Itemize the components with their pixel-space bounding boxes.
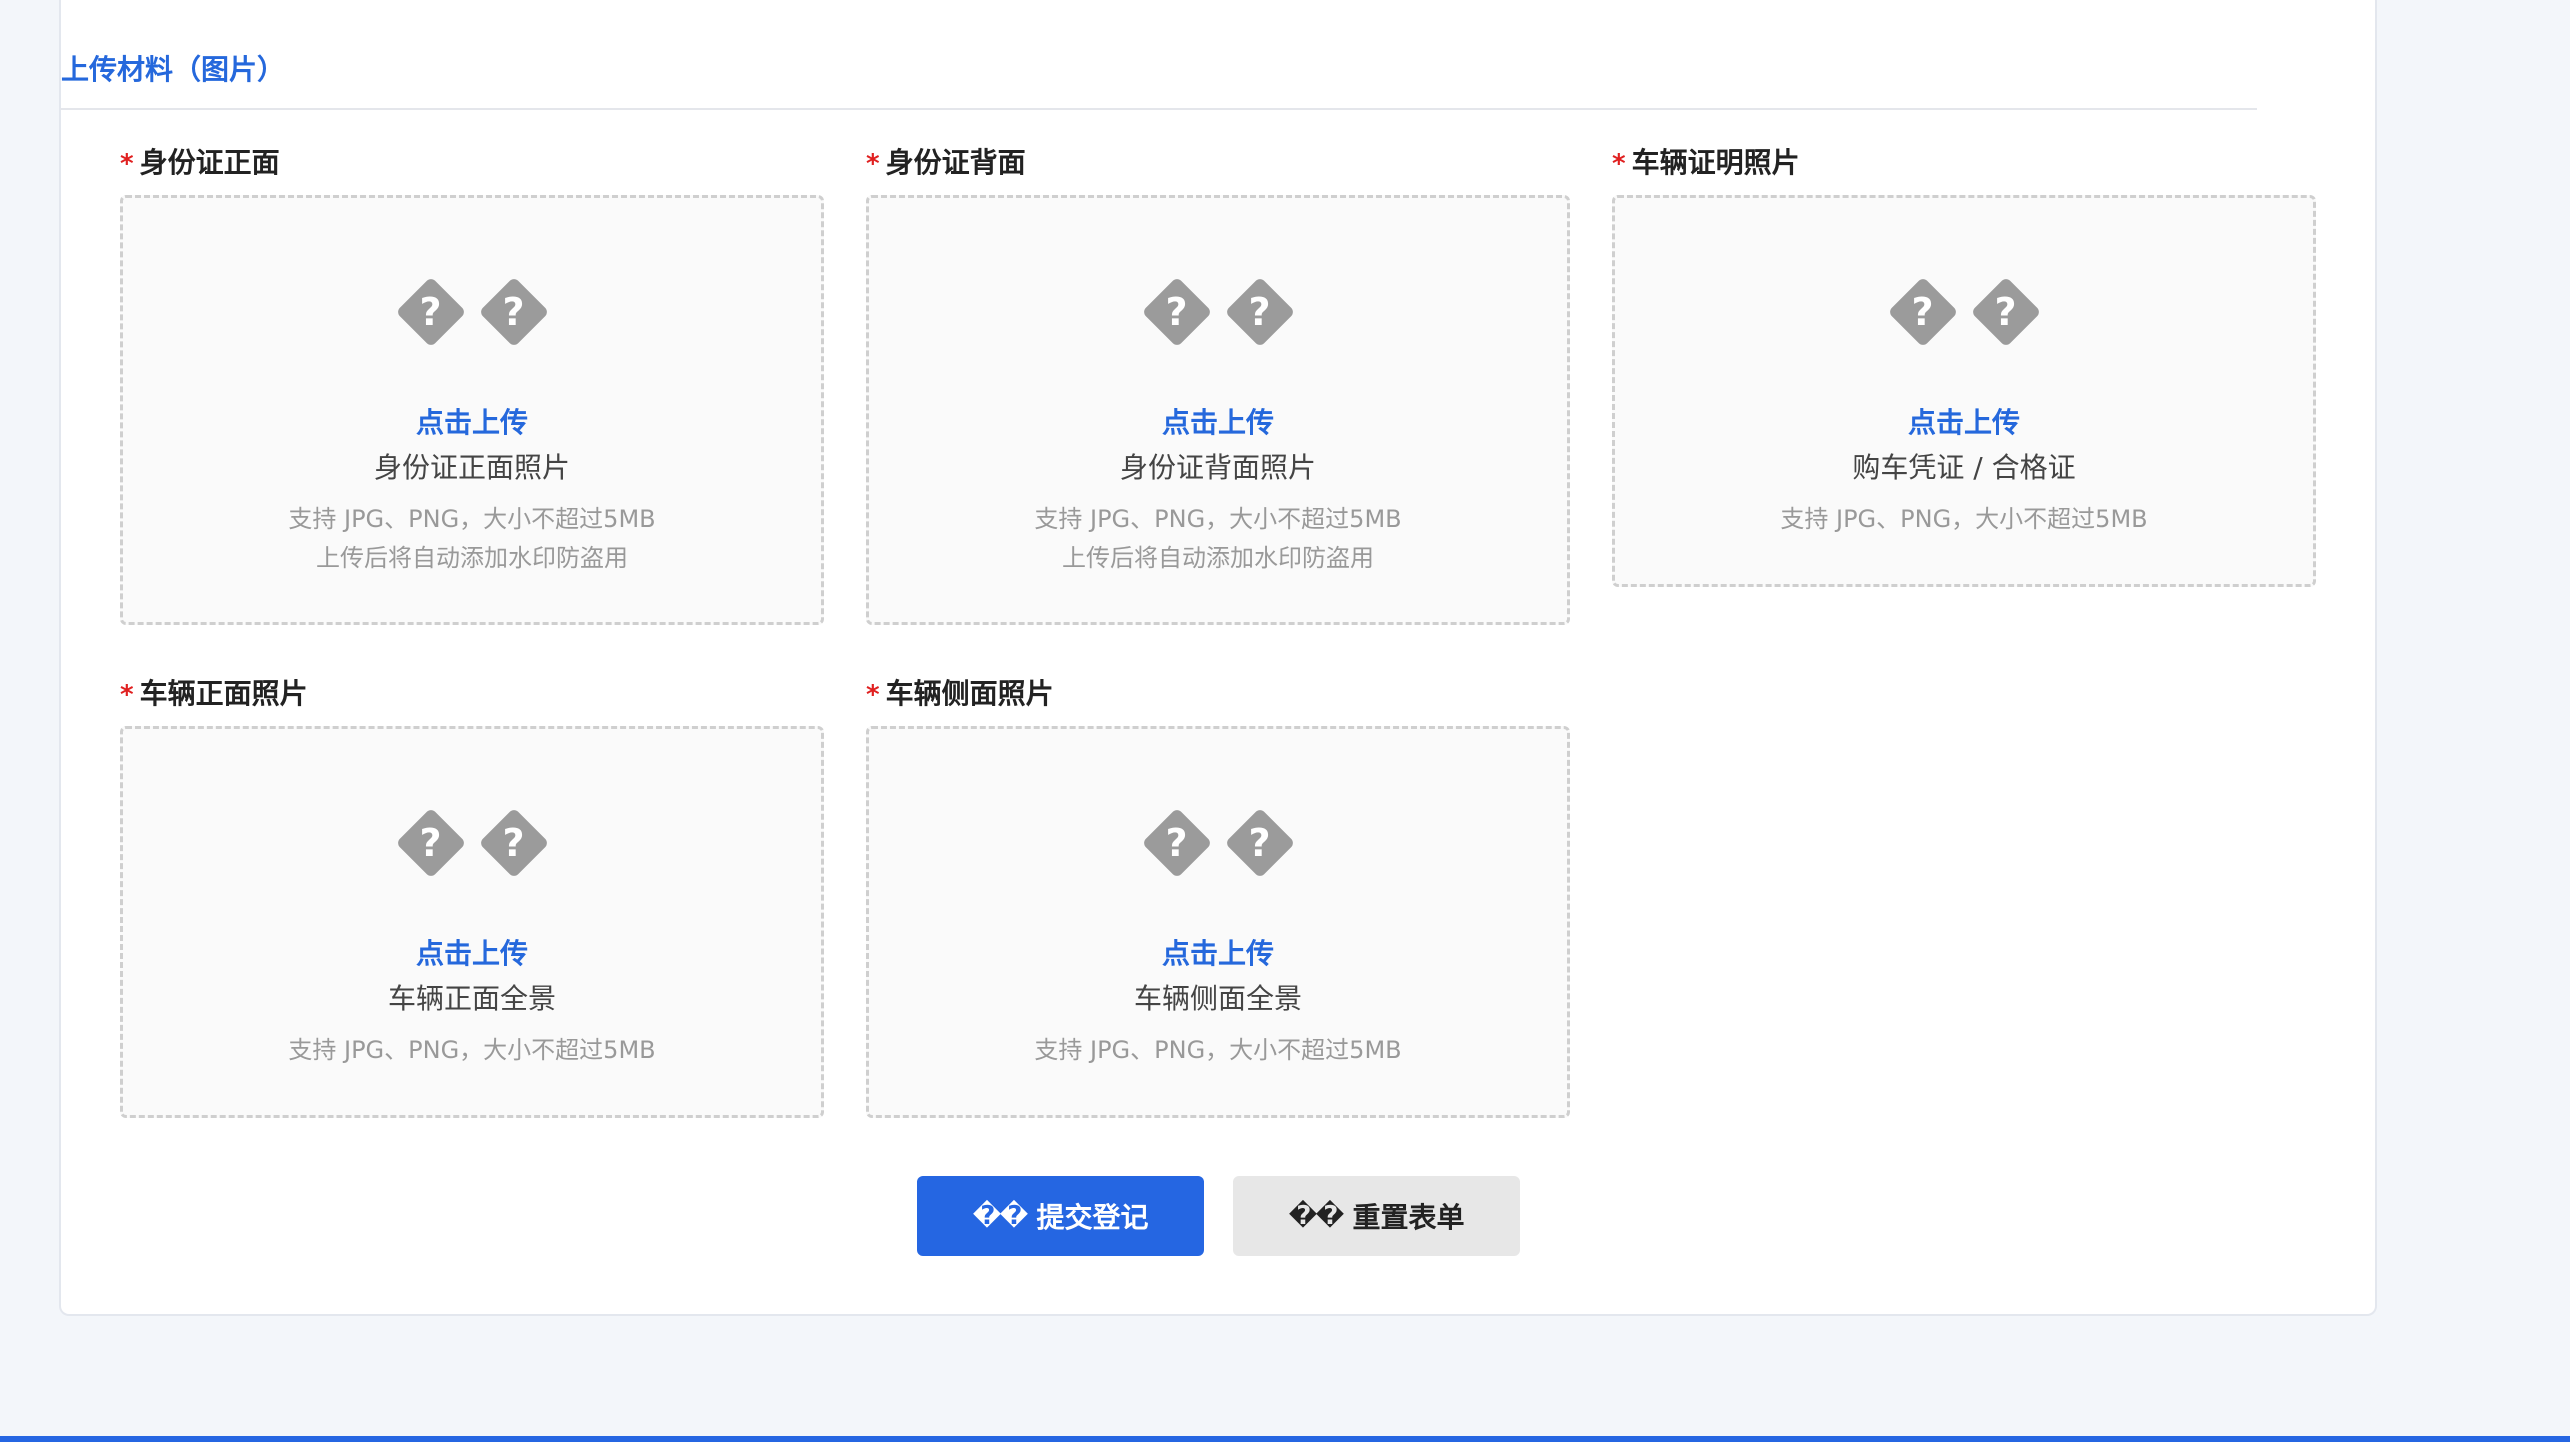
field-label: * 身份证背面 [866, 145, 1026, 181]
upload-format-hint: 支持 JPG、PNG，大小不超过5MB [288, 505, 656, 533]
field-vehicle-side: * 车辆侧面照片 ? ? 点击上传 车辆侧面全景 支持 JPG、PNG，大小不超过… [866, 676, 1570, 1126]
reset-button[interactable]: �� 重置表单 [1233, 1176, 1520, 1256]
field-id-front: * 身份证正面 ? ? 点击上传 身份证正面照片 支持 JPG、PNG，大小不超过… [120, 145, 824, 635]
required-mark: * [1612, 149, 1626, 179]
upload-description: 车辆侧面全景 [1133, 982, 1302, 1015]
submit-glyph-icon: �� [972, 1201, 1029, 1231]
field-label-text: 身份证背面 [885, 146, 1026, 179]
upload-format-hint: 支持 JPG、PNG，大小不超过5MB [1034, 505, 1402, 533]
field-label: * 车辆正面照片 [120, 676, 308, 712]
unknown-glyph-icon: ? [1970, 276, 2042, 348]
unknown-glyph-icon: ? [1224, 276, 1296, 348]
bottom-accent-bar [0, 1436, 2570, 1442]
field-label-text: 车辆侧面照片 [885, 677, 1054, 710]
upload-format-hint: 支持 JPG、PNG，大小不超过5MB [1780, 505, 2148, 533]
upload-vehicle-proof[interactable]: ? ? 点击上传 购车凭证 / 合格证 支持 JPG、PNG，大小不超过5MB [1612, 195, 2316, 587]
unknown-glyph-icon: ? [1887, 276, 1959, 348]
required-mark: * [866, 149, 880, 179]
upload-link[interactable]: 点击上传 [1615, 401, 2313, 441]
required-mark: * [120, 149, 134, 179]
upload-format-hint: 支持 JPG、PNG，大小不超过5MB [1034, 1036, 1402, 1064]
field-id-back: * 身份证背面 ? ? 点击上传 身份证背面照片 支持 JPG、PNG，大小不超过… [866, 145, 1570, 635]
field-label: * 车辆证明照片 [1612, 145, 1800, 181]
required-mark: * [866, 680, 880, 710]
upload-icons: ? ? [1615, 276, 2313, 348]
field-label-text: 身份证正面 [139, 146, 280, 179]
submit-label: 提交登记 [1036, 1201, 1149, 1234]
field-vehicle-proof: * 车辆证明照片 ? ? 点击上传 购车凭证 / 合格证 支持 JPG、PNG，大… [1612, 145, 2316, 595]
upload-id-back[interactable]: ? ? 点击上传 身份证背面照片 支持 JPG、PNG，大小不超过5MB 上传后… [866, 195, 1570, 625]
upload-link[interactable]: 点击上传 [123, 401, 821, 441]
upload-icons: ? ? [123, 276, 821, 348]
unknown-glyph-icon: ? [1224, 807, 1296, 879]
unknown-glyph-icon: ? [395, 276, 467, 348]
upload-link[interactable]: 点击上传 [123, 932, 821, 972]
field-label: * 身份证正面 [120, 145, 280, 181]
unknown-glyph-icon: ? [1141, 807, 1213, 879]
upload-watermark-hint: 上传后将自动添加水印防盗用 [1062, 544, 1374, 572]
submit-button[interactable]: �� 提交登记 [917, 1176, 1204, 1256]
field-vehicle-front: * 车辆正面照片 ? ? 点击上传 车辆正面全景 支持 JPG、PNG，大小不超过… [120, 676, 824, 1126]
upload-id-front[interactable]: ? ? 点击上传 身份证正面照片 支持 JPG、PNG，大小不超过5MB 上传后… [120, 195, 824, 625]
reset-label: 重置表单 [1352, 1201, 1465, 1234]
upload-icons: ? ? [123, 807, 821, 879]
field-label-text: 车辆正面照片 [139, 677, 308, 710]
upload-icons: ? ? [869, 807, 1567, 879]
upload-description: 身份证背面照片 [1119, 451, 1316, 484]
unknown-glyph-icon: ? [1141, 276, 1213, 348]
upload-watermark-hint: 上传后将自动添加水印防盗用 [316, 544, 628, 572]
upload-description: 购车凭证 / 合格证 [1852, 451, 2076, 484]
upload-link[interactable]: 点击上传 [869, 401, 1567, 441]
section-divider [60, 108, 2257, 110]
section-title: 上传材料（图片） [61, 53, 286, 86]
reset-glyph-icon: �� [1288, 1201, 1345, 1231]
unknown-glyph-icon: ? [478, 276, 550, 348]
field-label-text: 车辆证明照片 [1631, 146, 1800, 179]
upload-icons: ? ? [869, 276, 1567, 348]
upload-description: 车辆正面全景 [387, 982, 556, 1015]
required-mark: * [120, 680, 134, 710]
unknown-glyph-icon: ? [478, 807, 550, 879]
unknown-glyph-icon: ? [395, 807, 467, 879]
upload-format-hint: 支持 JPG、PNG，大小不超过5MB [288, 1036, 656, 1064]
upload-description: 身份证正面照片 [373, 451, 570, 484]
upload-link[interactable]: 点击上传 [869, 932, 1567, 972]
upload-vehicle-front[interactable]: ? ? 点击上传 车辆正面全景 支持 JPG、PNG，大小不超过5MB [120, 726, 824, 1118]
upload-vehicle-side[interactable]: ? ? 点击上传 车辆侧面全景 支持 JPG、PNG，大小不超过5MB [866, 726, 1570, 1118]
field-label: * 车辆侧面照片 [866, 676, 1054, 712]
